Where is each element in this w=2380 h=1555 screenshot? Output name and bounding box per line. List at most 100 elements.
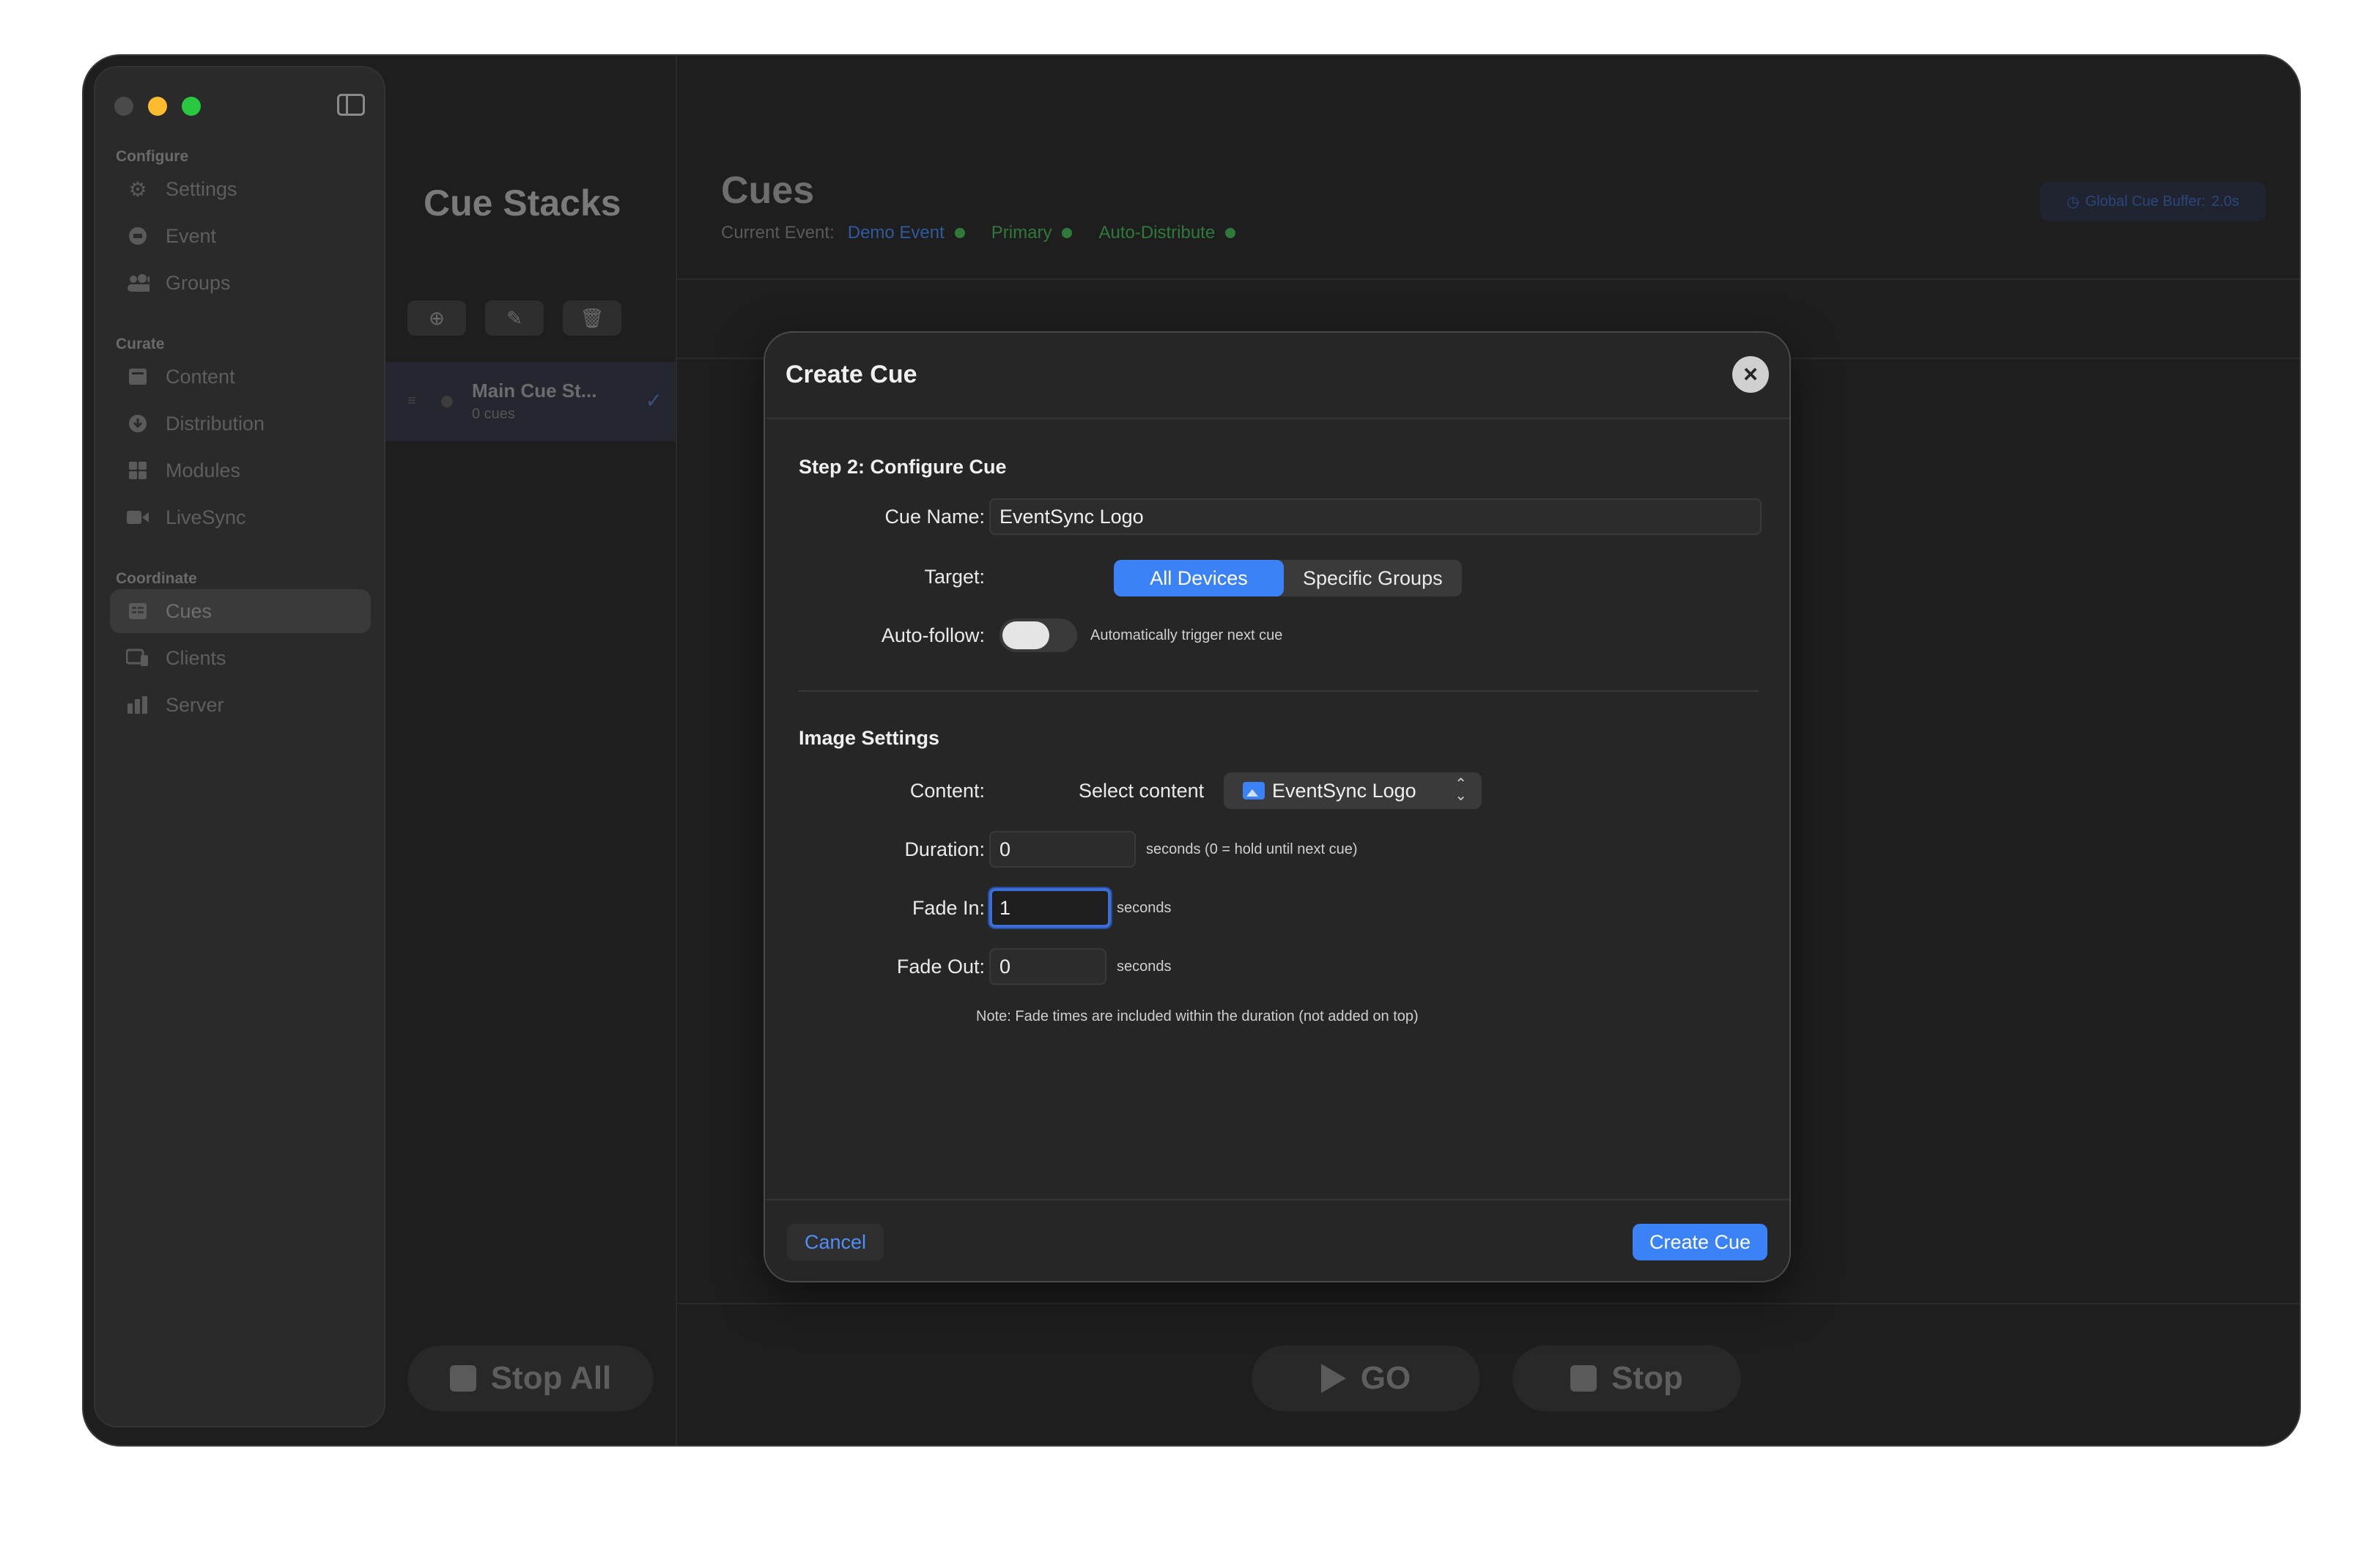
autofollow-toggle[interactable] — [999, 618, 1077, 652]
cue-stack-count: 0 cues — [472, 406, 515, 422]
status-auto-distribute: Auto-Distribute — [1098, 223, 1216, 243]
sidebar-toggle-icon[interactable] — [337, 94, 365, 116]
duration-hint: seconds (0 = hold until next cue) — [1146, 841, 1358, 857]
cue-name-value: EventSync Logo — [999, 505, 1144, 528]
sidebar-item-modules[interactable]: Modules — [110, 448, 371, 492]
sidebar-item-livesync[interactable]: LiveSync — [110, 495, 371, 539]
global-cue-buffer-badge[interactable]: ◷ Global Cue Buffer: 2.0s — [2040, 182, 2266, 221]
drag-handle-icon[interactable]: ≡ — [407, 393, 416, 410]
sidebar-item-label: LiveSync — [166, 506, 246, 528]
close-icon[interactable]: × — [1732, 356, 1769, 393]
create-cue-dialog: Create Cue × Step 2: Configure Cue Cue N… — [764, 331, 1791, 1282]
image-settings-title: Image Settings — [799, 727, 940, 749]
sidebar-item-label: Server — [166, 693, 224, 716]
cues-icon — [126, 599, 149, 623]
chevron-updown-icon: ⌃ ⌄ — [1455, 776, 1467, 804]
autofollow-label: Auto-follow: — [881, 624, 985, 646]
status-primary: Primary — [991, 223, 1052, 243]
content-picker-value: EventSync Logo — [1272, 779, 1416, 802]
clients-icon — [126, 646, 149, 670]
duration-label: Duration: — [904, 838, 985, 860]
fade-note: Note: Fade times are included within the… — [976, 1008, 1419, 1024]
sidebar-section-coordinate: Coordinate — [116, 570, 197, 587]
sidebar-item-label: Settings — [166, 177, 237, 200]
target-label: Target: — [924, 566, 985, 588]
select-content-label: Select content — [1079, 780, 1205, 802]
trash-icon: 🗑 — [580, 306, 605, 329]
buffer-value: 2.0s — [2211, 193, 2239, 210]
go-button[interactable]: GO — [1252, 1345, 1480, 1411]
minimize-window-button[interactable] — [148, 97, 167, 116]
sidebar-item-cues[interactable]: Cues — [110, 589, 371, 633]
duration-value: 0 — [999, 838, 1011, 860]
stop-all-button[interactable]: Stop All — [407, 1345, 654, 1411]
plus-circle-icon: ⊕ — [429, 306, 445, 329]
create-cue-button[interactable]: Create Cue — [1633, 1224, 1767, 1260]
footer-divider — [676, 1303, 2299, 1304]
window-controls — [114, 97, 201, 116]
content-picker[interactable]: EventSync Logo ⌃ ⌄ — [1224, 772, 1482, 809]
cancel-button[interactable]: Cancel — [787, 1224, 884, 1260]
stop-all-label: Stop All — [490, 1360, 612, 1396]
pencil-icon: ✎ — [506, 306, 522, 329]
sidebar-item-clients[interactable]: Clients — [110, 636, 371, 680]
sidebar-item-settings[interactable]: ⚙ Settings — [110, 167, 371, 211]
image-icon — [1243, 782, 1265, 799]
stop-label: Stop — [1611, 1360, 1683, 1396]
sidebar-section-curate: Curate — [116, 336, 165, 352]
gear-icon: ⚙ — [128, 177, 147, 201]
delete-stack-button[interactable]: 🗑 — [563, 300, 621, 336]
clock-icon: ◷ — [2066, 193, 2080, 210]
section-divider — [799, 690, 1759, 692]
video-icon — [126, 506, 149, 529]
groups-icon — [126, 271, 149, 295]
dialog-title: Create Cue — [786, 361, 917, 388]
cue-stack-row[interactable]: ≡ Main Cue St... 0 cues ✓ — [385, 362, 676, 441]
cue-name-input[interactable]: EventSync Logo — [989, 498, 1762, 535]
maximize-window-button[interactable] — [182, 97, 201, 116]
sidebar-item-distribution[interactable]: Distribution — [110, 402, 371, 446]
distribution-icon — [126, 412, 149, 435]
stop-icon — [1570, 1365, 1597, 1392]
stack-toolbar: ⊕ ✎ 🗑 — [407, 300, 621, 336]
content-label: Content: — [909, 780, 985, 802]
checkmark-icon: ✓ — [645, 389, 662, 412]
content-icon — [126, 365, 149, 388]
event-name[interactable]: Demo Event — [848, 223, 945, 243]
cue-stacks-pane: Cue Stacks ⊕ ✎ 🗑 ≡ Main Cue St... 0 cues… — [385, 56, 677, 1445]
header-divider — [676, 278, 2299, 280]
step-title: Step 2: Configure Cue — [799, 456, 1007, 478]
sidebar-item-label: Content — [166, 365, 235, 388]
fade-in-value: 1 — [999, 896, 1011, 919]
stop-button[interactable]: Stop — [1512, 1345, 1741, 1411]
sidebar-item-label: Distribution — [166, 412, 265, 435]
dialog-header: Create Cue × — [765, 333, 1789, 419]
duration-input[interactable]: 0 — [989, 831, 1136, 868]
autofollow-hint: Automatically trigger next cue — [1090, 627, 1283, 643]
target-all-devices[interactable]: All Devices — [1114, 560, 1284, 596]
target-segmented-control: All Devices Specific Groups — [1114, 560, 1462, 596]
target-specific-groups[interactable]: Specific Groups — [1284, 560, 1462, 596]
cues-title: Cues — [721, 169, 815, 212]
sidebar-item-groups[interactable]: Groups — [110, 261, 371, 305]
go-label: GO — [1360, 1360, 1411, 1396]
cue-stacks-title: Cue Stacks — [424, 182, 621, 224]
sidebar-section-configure: Configure — [116, 148, 189, 165]
fade-out-value: 0 — [999, 955, 1011, 978]
edit-stack-button[interactable]: ✎ — [485, 300, 544, 336]
close-window-button[interactable] — [114, 97, 133, 116]
modules-icon — [126, 459, 149, 482]
sidebar-item-content[interactable]: Content — [110, 355, 371, 399]
fade-in-hint: seconds — [1117, 900, 1172, 916]
fade-in-input[interactable]: 1 — [989, 888, 1111, 928]
sidebar-item-server[interactable]: Server — [110, 683, 371, 727]
buffer-label: Global Cue Buffer: — [2085, 193, 2206, 210]
sidebar-item-label: Groups — [166, 271, 231, 294]
sidebar: Configure ⚙ Settings Event Groups Curate… — [94, 66, 385, 1427]
sidebar-item-event[interactable]: Event — [110, 214, 371, 258]
cue-stack-name: Main Cue St... — [472, 380, 597, 402]
event-icon — [126, 224, 149, 248]
add-stack-button[interactable]: ⊕ — [407, 300, 466, 336]
fade-out-input[interactable]: 0 — [989, 948, 1106, 985]
dialog-footer: Cancel Create Cue — [765, 1199, 1789, 1281]
